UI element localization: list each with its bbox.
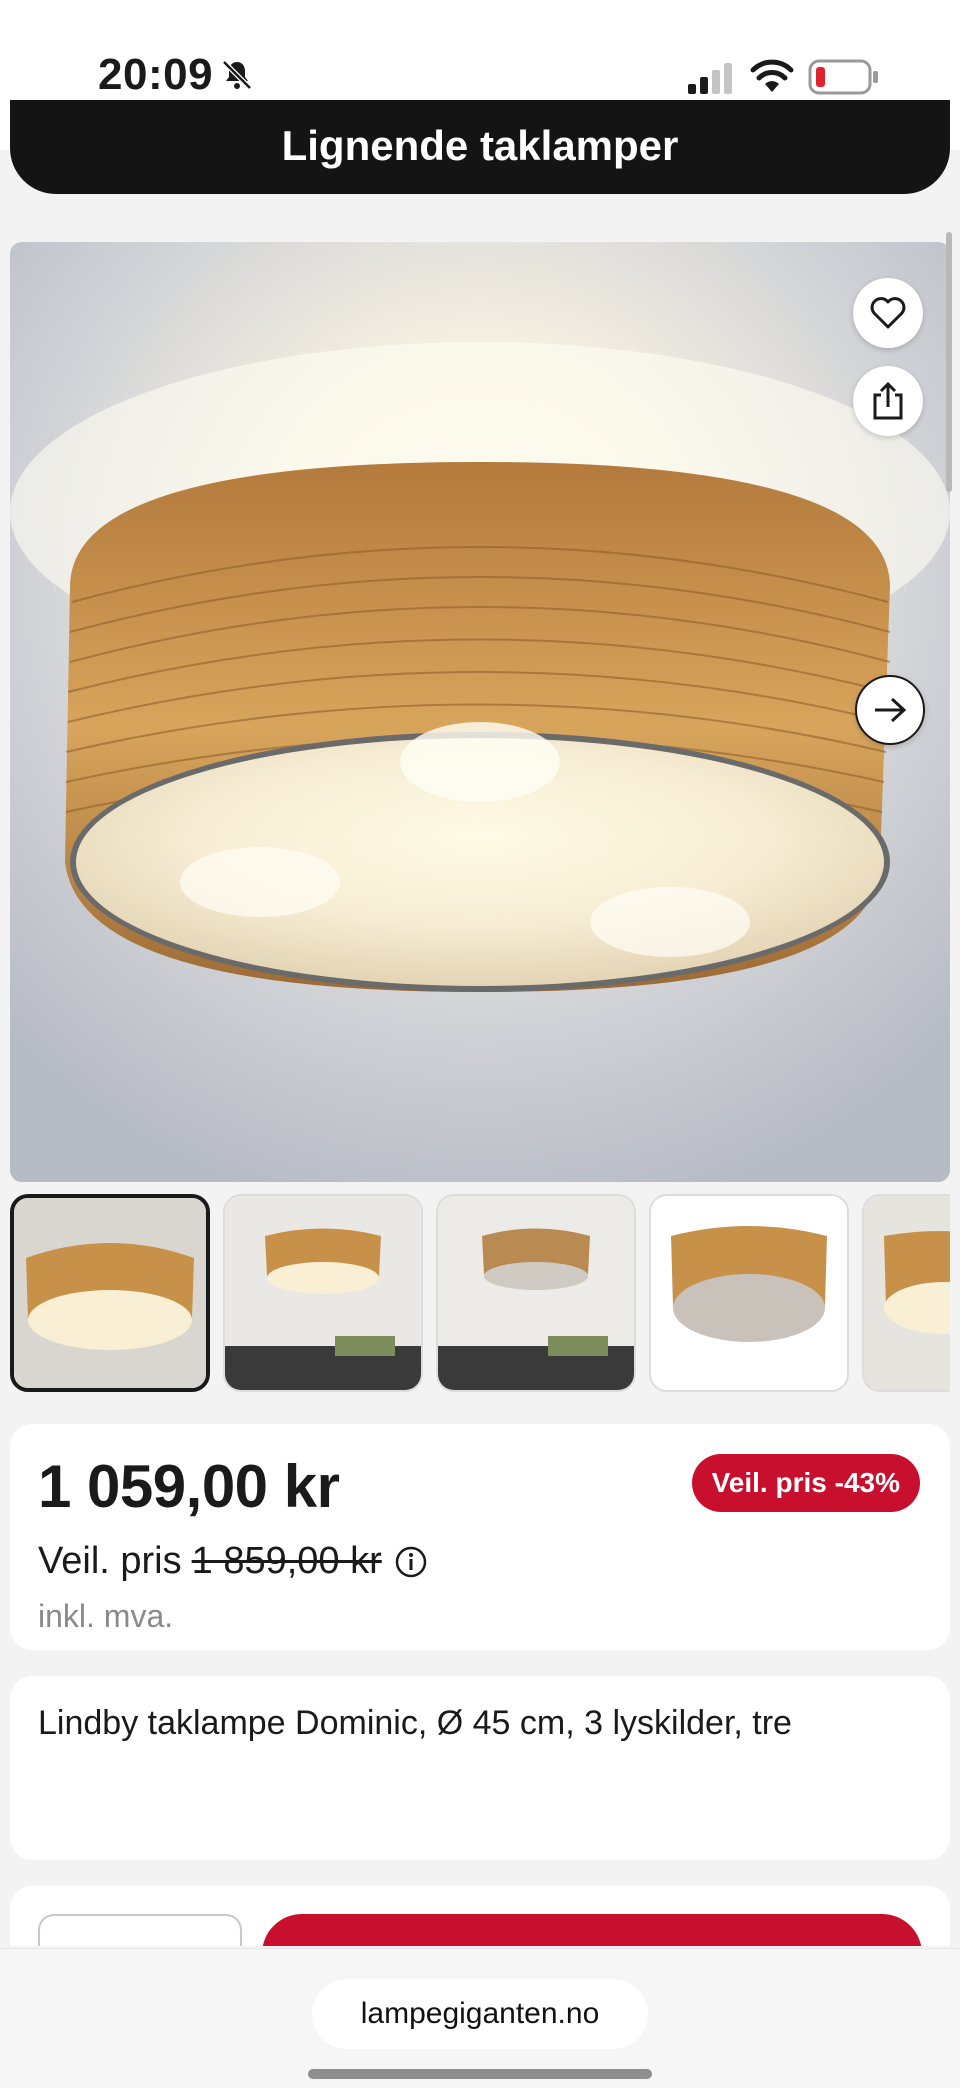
address-bar[interactable]: lampegiganten.no (312, 1979, 648, 2049)
product-title-card: Lindby taklampe Dominic, Ø 45 cm, 3 lysk… (10, 1676, 950, 1860)
status-time: 20:09 (98, 50, 214, 99)
recommended-price-label: Veil. pris (38, 1540, 182, 1582)
bell-muted-icon (222, 60, 252, 90)
heart-icon (870, 297, 906, 329)
add-to-cart-button[interactable] (262, 1914, 922, 1946)
home-indicator[interactable] (308, 2069, 652, 2079)
vat-note: inkl. mva. (38, 1598, 174, 1634)
thumbnail-image (651, 1196, 847, 1390)
info-icon[interactable] (394, 1545, 428, 1579)
page-scrollbar[interactable] (946, 232, 952, 492)
thumbnail-image (864, 1196, 950, 1390)
product-title: Lindby taklampe Dominic, Ø 45 cm, 3 lysk… (38, 1704, 792, 1742)
thumbnail-image (438, 1196, 634, 1390)
battery-low-icon (808, 59, 878, 95)
share-button[interactable] (853, 366, 923, 436)
thumbnail-strip[interactable] (10, 1192, 950, 1396)
favorite-button[interactable] (853, 278, 923, 348)
buy-row (10, 1886, 950, 1946)
product-main-image (10, 242, 950, 1182)
similar-products-button[interactable]: Lignende taklamper (10, 100, 950, 194)
thumbnail-3[interactable] (436, 1194, 636, 1392)
thumbnail-5[interactable] (862, 1194, 950, 1392)
share-icon (873, 381, 903, 420)
product-image-gallery[interactable] (10, 242, 950, 1182)
wifi-icon (750, 59, 794, 92)
browser-bottom-bar: lampegiganten.no (0, 1948, 960, 2088)
price-card: 1 059,00 kr Veil. pris -43% Veil. pris 1… (10, 1424, 950, 1650)
quantity-stepper[interactable] (38, 1914, 242, 1946)
thumbnail-1[interactable] (10, 1194, 210, 1392)
current-price: 1 059,00 kr (38, 1453, 340, 1520)
thumbnail-2[interactable] (223, 1194, 423, 1392)
recommended-price-row: Veil. pris 1 859,00 kr (38, 1540, 428, 1583)
discount-badge: Veil. pris -43% (691, 1454, 920, 1512)
thumbnail-image (225, 1196, 421, 1390)
next-image-button[interactable] (855, 675, 925, 745)
similar-products-label: Lignende taklamper (281, 122, 679, 169)
arrow-right-icon (875, 697, 907, 723)
cellular-signal-icon (688, 63, 732, 94)
thumbnail-image (14, 1198, 206, 1388)
recommended-price-old: 1 859,00 kr (191, 1540, 382, 1582)
thumbnail-4[interactable] (649, 1194, 849, 1392)
